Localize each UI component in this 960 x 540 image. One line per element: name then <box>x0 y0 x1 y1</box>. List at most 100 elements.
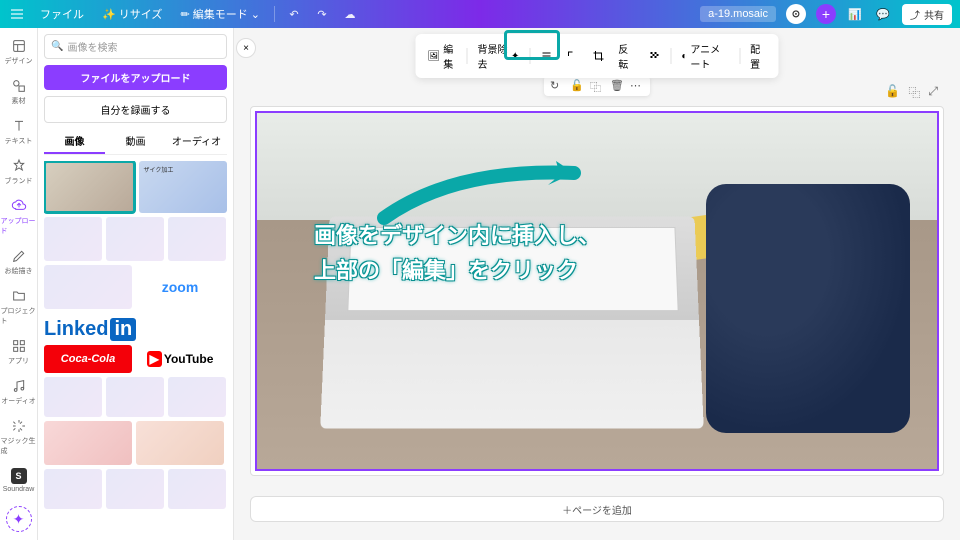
sidebar-item-upload[interactable]: アップロード <box>1 194 37 240</box>
sidebar-item-draw[interactable]: お絵描き <box>1 244 37 280</box>
tab-video[interactable]: 動画 <box>105 129 166 154</box>
grid-icon <box>11 338 27 354</box>
more-icon[interactable]: ⋯ <box>630 79 644 93</box>
project-name[interactable]: a-19.mosaic <box>700 6 776 22</box>
sidebar-item-apps[interactable]: アプリ <box>1 334 37 370</box>
corner-icon <box>566 50 578 62</box>
canvas-area: 🖼 編集 背景除去 ✦ 反転 ◐ <box>234 28 960 540</box>
sparkle-icon <box>11 418 27 434</box>
duplicate-page-icon[interactable]: ⿻ <box>908 84 920 101</box>
lock-page-icon[interactable]: 🔓 <box>885 84 900 101</box>
expand-icon[interactable]: ⤢ <box>928 84 938 101</box>
soundraw-icon: S <box>11 468 27 484</box>
animate-button[interactable]: ◐ アニメート <box>675 38 735 74</box>
upload-thumb[interactable] <box>136 421 224 465</box>
duplicate-icon[interactable]: ⿻ <box>590 79 604 93</box>
sidebar-item-audio[interactable]: オーディオ <box>1 374 37 410</box>
lock-icon[interactable]: 🔓 <box>570 79 584 93</box>
resize-menu[interactable]: ✨ リサイズ <box>98 4 166 24</box>
remove-bg-button[interactable]: 背景除去 ✦ <box>471 38 525 74</box>
trash-icon[interactable]: 🗑 <box>610 79 624 93</box>
add-page-button[interactable]: ＋ページを追加 <box>250 496 944 522</box>
corner-button[interactable] <box>560 47 584 65</box>
collapse-panel-button[interactable]: × <box>236 38 256 58</box>
add-member-button[interactable]: + <box>816 4 836 24</box>
upload-thumb[interactable] <box>44 161 135 213</box>
tab-audio[interactable]: オーディオ <box>166 129 227 154</box>
folder-icon <box>11 288 27 304</box>
media-tabs: 画像 動画 オーディオ <box>44 129 227 155</box>
magic-plus-button[interactable]: ✦ <box>6 506 32 532</box>
edit-mode-menu[interactable]: ✏ 編集モード ⌄ <box>176 4 264 24</box>
search-input[interactable]: 🔍 画像を検索 <box>44 34 227 59</box>
image-icon: 🖼 <box>428 51 441 62</box>
upload-thumb[interactable] <box>106 377 164 417</box>
menu-icon[interactable] <box>8 5 26 23</box>
top-bar: ファイル ✨ リサイズ ✏ 編集モード ⌄ ↶ ↷ ☁ a-19.mosaic … <box>0 0 960 28</box>
sidebar-item-magic-gen[interactable]: マジック生成 <box>1 414 37 460</box>
sidebar-item-elements[interactable]: 素材 <box>1 74 37 110</box>
sidebar-item-project[interactable]: プロジェクト <box>1 284 37 330</box>
upload-thumb[interactable] <box>44 469 102 509</box>
upload-thumb-cocacola[interactable]: Coca-Cola <box>44 345 132 373</box>
chart-icon[interactable]: 📊 <box>846 5 864 23</box>
canva-logo-icon[interactable]: ⊙ <box>786 4 806 24</box>
upload-thumb-youtube[interactable]: ▶ YouTube <box>136 345 224 373</box>
canvas-controls: 🔓 ⿻ ⤢ <box>885 84 938 101</box>
upload-thumb[interactable] <box>106 217 164 261</box>
tutorial-annotation: 画像をデザイン内に挿入し、 上部の「編集」をクリック <box>314 218 754 288</box>
pencil-icon <box>11 248 27 264</box>
share-button[interactable]: ⤴ 共有 <box>902 4 952 25</box>
context-toolbar: 🖼 編集 背景除去 ✦ 反転 ◐ <box>416 34 779 78</box>
left-rail: デザイン 素材 テキスト ブランド アップロード お絵描き プロジェクト アプ <box>0 28 38 540</box>
upload-thumb[interactable] <box>168 469 226 509</box>
align-button[interactable] <box>534 47 558 65</box>
sidebar-item-design[interactable]: デザイン <box>1 34 37 70</box>
sync-icon[interactable]: ↻ <box>550 79 564 93</box>
record-self-button[interactable]: 自分を録画する <box>44 96 227 123</box>
music-icon <box>11 378 27 394</box>
position-button[interactable]: 配置 <box>744 38 772 74</box>
search-icon: 🔍 <box>51 41 63 52</box>
upload-thumb[interactable] <box>106 469 164 509</box>
upload-thumb[interactable] <box>168 217 226 261</box>
checker-icon <box>649 50 661 62</box>
upload-panel: 🔍 画像を検索 ファイルをアップロード 自分を録画する 画像 動画 オーディオ … <box>38 28 234 540</box>
shapes-icon <box>11 78 27 94</box>
upload-thumb[interactable] <box>44 217 102 261</box>
selected-image[interactable]: STARTUP <box>255 111 939 471</box>
file-menu[interactable]: ファイル <box>36 4 88 24</box>
cloud-sync-icon[interactable]: ☁ <box>341 5 359 23</box>
sparkle-icon: ✦ <box>511 51 519 62</box>
image-content: STARTUP <box>257 113 937 469</box>
undo-icon[interactable]: ↶ <box>285 5 303 23</box>
upload-thumb[interactable] <box>44 265 132 309</box>
transparency-button[interactable] <box>643 47 667 65</box>
upload-thumb-linkedin[interactable]: Linkedin <box>44 313 224 345</box>
crop-icon <box>592 50 604 62</box>
upload-thumb[interactable] <box>44 377 102 417</box>
upload-thumb[interactable] <box>168 377 226 417</box>
brand-icon <box>11 158 27 174</box>
upload-thumb[interactable]: ザイク加工 <box>139 161 227 213</box>
template-icon <box>11 38 27 54</box>
sidebar-item-soundraw[interactable]: S Soundraw <box>1 464 37 497</box>
flip-button[interactable]: 反転 <box>612 38 640 74</box>
upload-icon: ⤴ <box>910 7 920 22</box>
redo-icon[interactable]: ↷ <box>313 5 331 23</box>
uploads-grid: ザイク加工 zoom Linkedin Coca-Cola <box>44 161 227 534</box>
sidebar-item-text[interactable]: テキスト <box>1 114 37 150</box>
upload-file-button[interactable]: ファイルをアップロード <box>44 65 227 90</box>
upload-thumb[interactable] <box>44 421 132 465</box>
upload-thumb-zoom[interactable]: zoom <box>136 265 224 309</box>
edit-image-button[interactable]: 🖼 編集 <box>422 38 463 74</box>
tab-image[interactable]: 画像 <box>44 129 105 154</box>
crop-button[interactable] <box>586 47 610 65</box>
page-toolbar: ↻ 🔓 ⿻ 🗑 ⋯ <box>544 76 650 96</box>
lines-icon <box>540 50 552 62</box>
sidebar-item-brand[interactable]: ブランド <box>1 154 37 190</box>
comment-icon[interactable]: 💬 <box>874 5 892 23</box>
design-canvas[interactable]: STARTUP <box>250 106 944 476</box>
motion-icon: ◐ <box>681 51 687 62</box>
text-icon <box>11 118 27 134</box>
